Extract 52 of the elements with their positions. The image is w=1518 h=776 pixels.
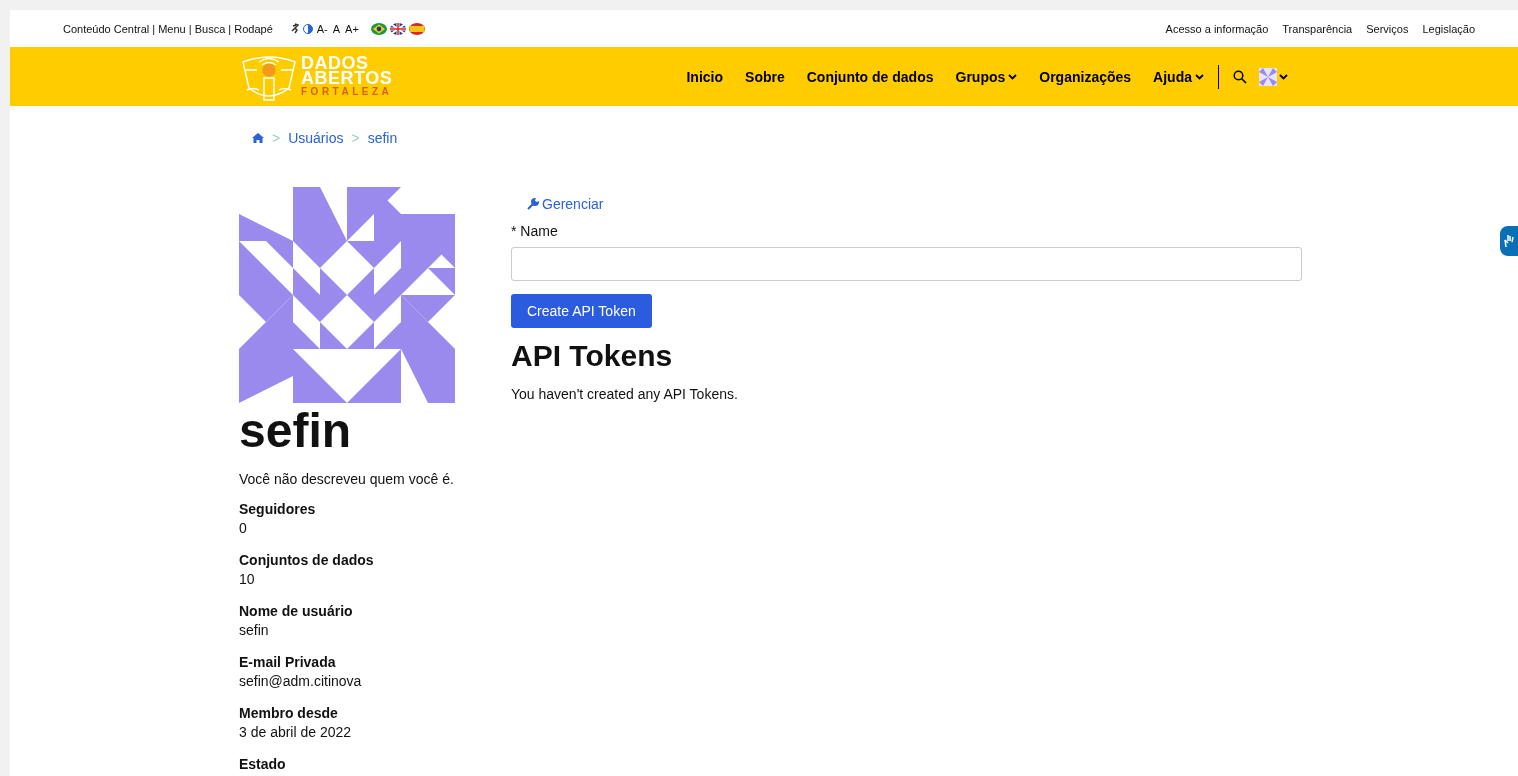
wrench-icon[interactable] (527, 198, 539, 210)
nav-link[interactable]: Conjunto de dados (806, 68, 934, 85)
field-label: Estado (239, 755, 287, 774)
uk-flag-icon[interactable] (389, 22, 406, 35)
top-link[interactable]: Legislação (1422, 22, 1475, 35)
brazil-flag-icon[interactable] (370, 22, 387, 35)
field-value: sefin@adm.citinova (239, 672, 363, 691)
top-link[interactable]: Transparência (1282, 22, 1353, 35)
nav-link[interactable]: Organizações (1039, 68, 1132, 85)
caret-icon[interactable] (1008, 73, 1018, 80)
contrast-icon[interactable] (302, 23, 313, 34)
field-label: Nome de usuário (239, 602, 354, 621)
nav-link[interactable]: Ajuda (1153, 68, 1204, 85)
field-value: 0 (239, 519, 248, 538)
breadcrumb-separator: > (272, 130, 281, 146)
caret-icon[interactable] (1279, 73, 1288, 80)
breadcrumb-separator: > (351, 130, 360, 146)
create-token-button[interactable]: Create API Token (511, 294, 652, 328)
user-description: Você não descreveu quem você é. (239, 471, 455, 487)
nav-link[interactable]: Inicio (686, 68, 724, 85)
skip-links[interactable]: Conteúdo Central | Menu | Busca | Rodapé (63, 22, 273, 35)
section-heading: API Tokens (511, 338, 673, 374)
logo-title: ABERTOS (301, 70, 393, 86)
top-link[interactable]: Serviços (1366, 22, 1409, 35)
field-value: sefin (239, 621, 270, 640)
field-value: 10 (239, 570, 256, 589)
search-icon[interactable] (1233, 69, 1247, 84)
field-label: Membro desde (239, 704, 339, 723)
field-label: Seguidores (239, 500, 317, 519)
user-name: sefin (239, 405, 353, 457)
nav-link[interactable]: Grupos (955, 68, 1018, 85)
font-size-control[interactable]: A (332, 22, 341, 35)
nav-link[interactable]: Sobre (745, 68, 785, 85)
name-input-field[interactable] (511, 247, 1302, 281)
field-value: 3 de abril de 2022 (239, 723, 353, 742)
home-icon[interactable] (252, 133, 264, 143)
hand-icon[interactable] (1503, 234, 1515, 248)
spain-flag-icon[interactable] (408, 22, 425, 35)
empty-message: You haven't created any API Tokens. (511, 386, 738, 402)
field-label: Conjuntos de dados (239, 551, 375, 570)
breadcrumb-link[interactable]: sefin (367, 130, 398, 146)
top-link[interactable]: Acesso a informação (1165, 22, 1269, 35)
breadcrumb-link[interactable]: Usuários (288, 130, 344, 146)
name-label: * Name (511, 223, 558, 239)
font-size-control[interactable]: A- (316, 22, 328, 35)
sign-language-widget[interactable] (1500, 226, 1518, 256)
logo-title: DADOS (301, 55, 369, 71)
caret-icon[interactable] (1195, 73, 1204, 80)
font-size-control[interactable]: A+ (345, 22, 359, 35)
logo-subtitle: FORTALEZA (301, 85, 393, 98)
field-label: E-mail Privada (239, 653, 337, 672)
manage-link[interactable]: Gerenciar (527, 196, 604, 212)
